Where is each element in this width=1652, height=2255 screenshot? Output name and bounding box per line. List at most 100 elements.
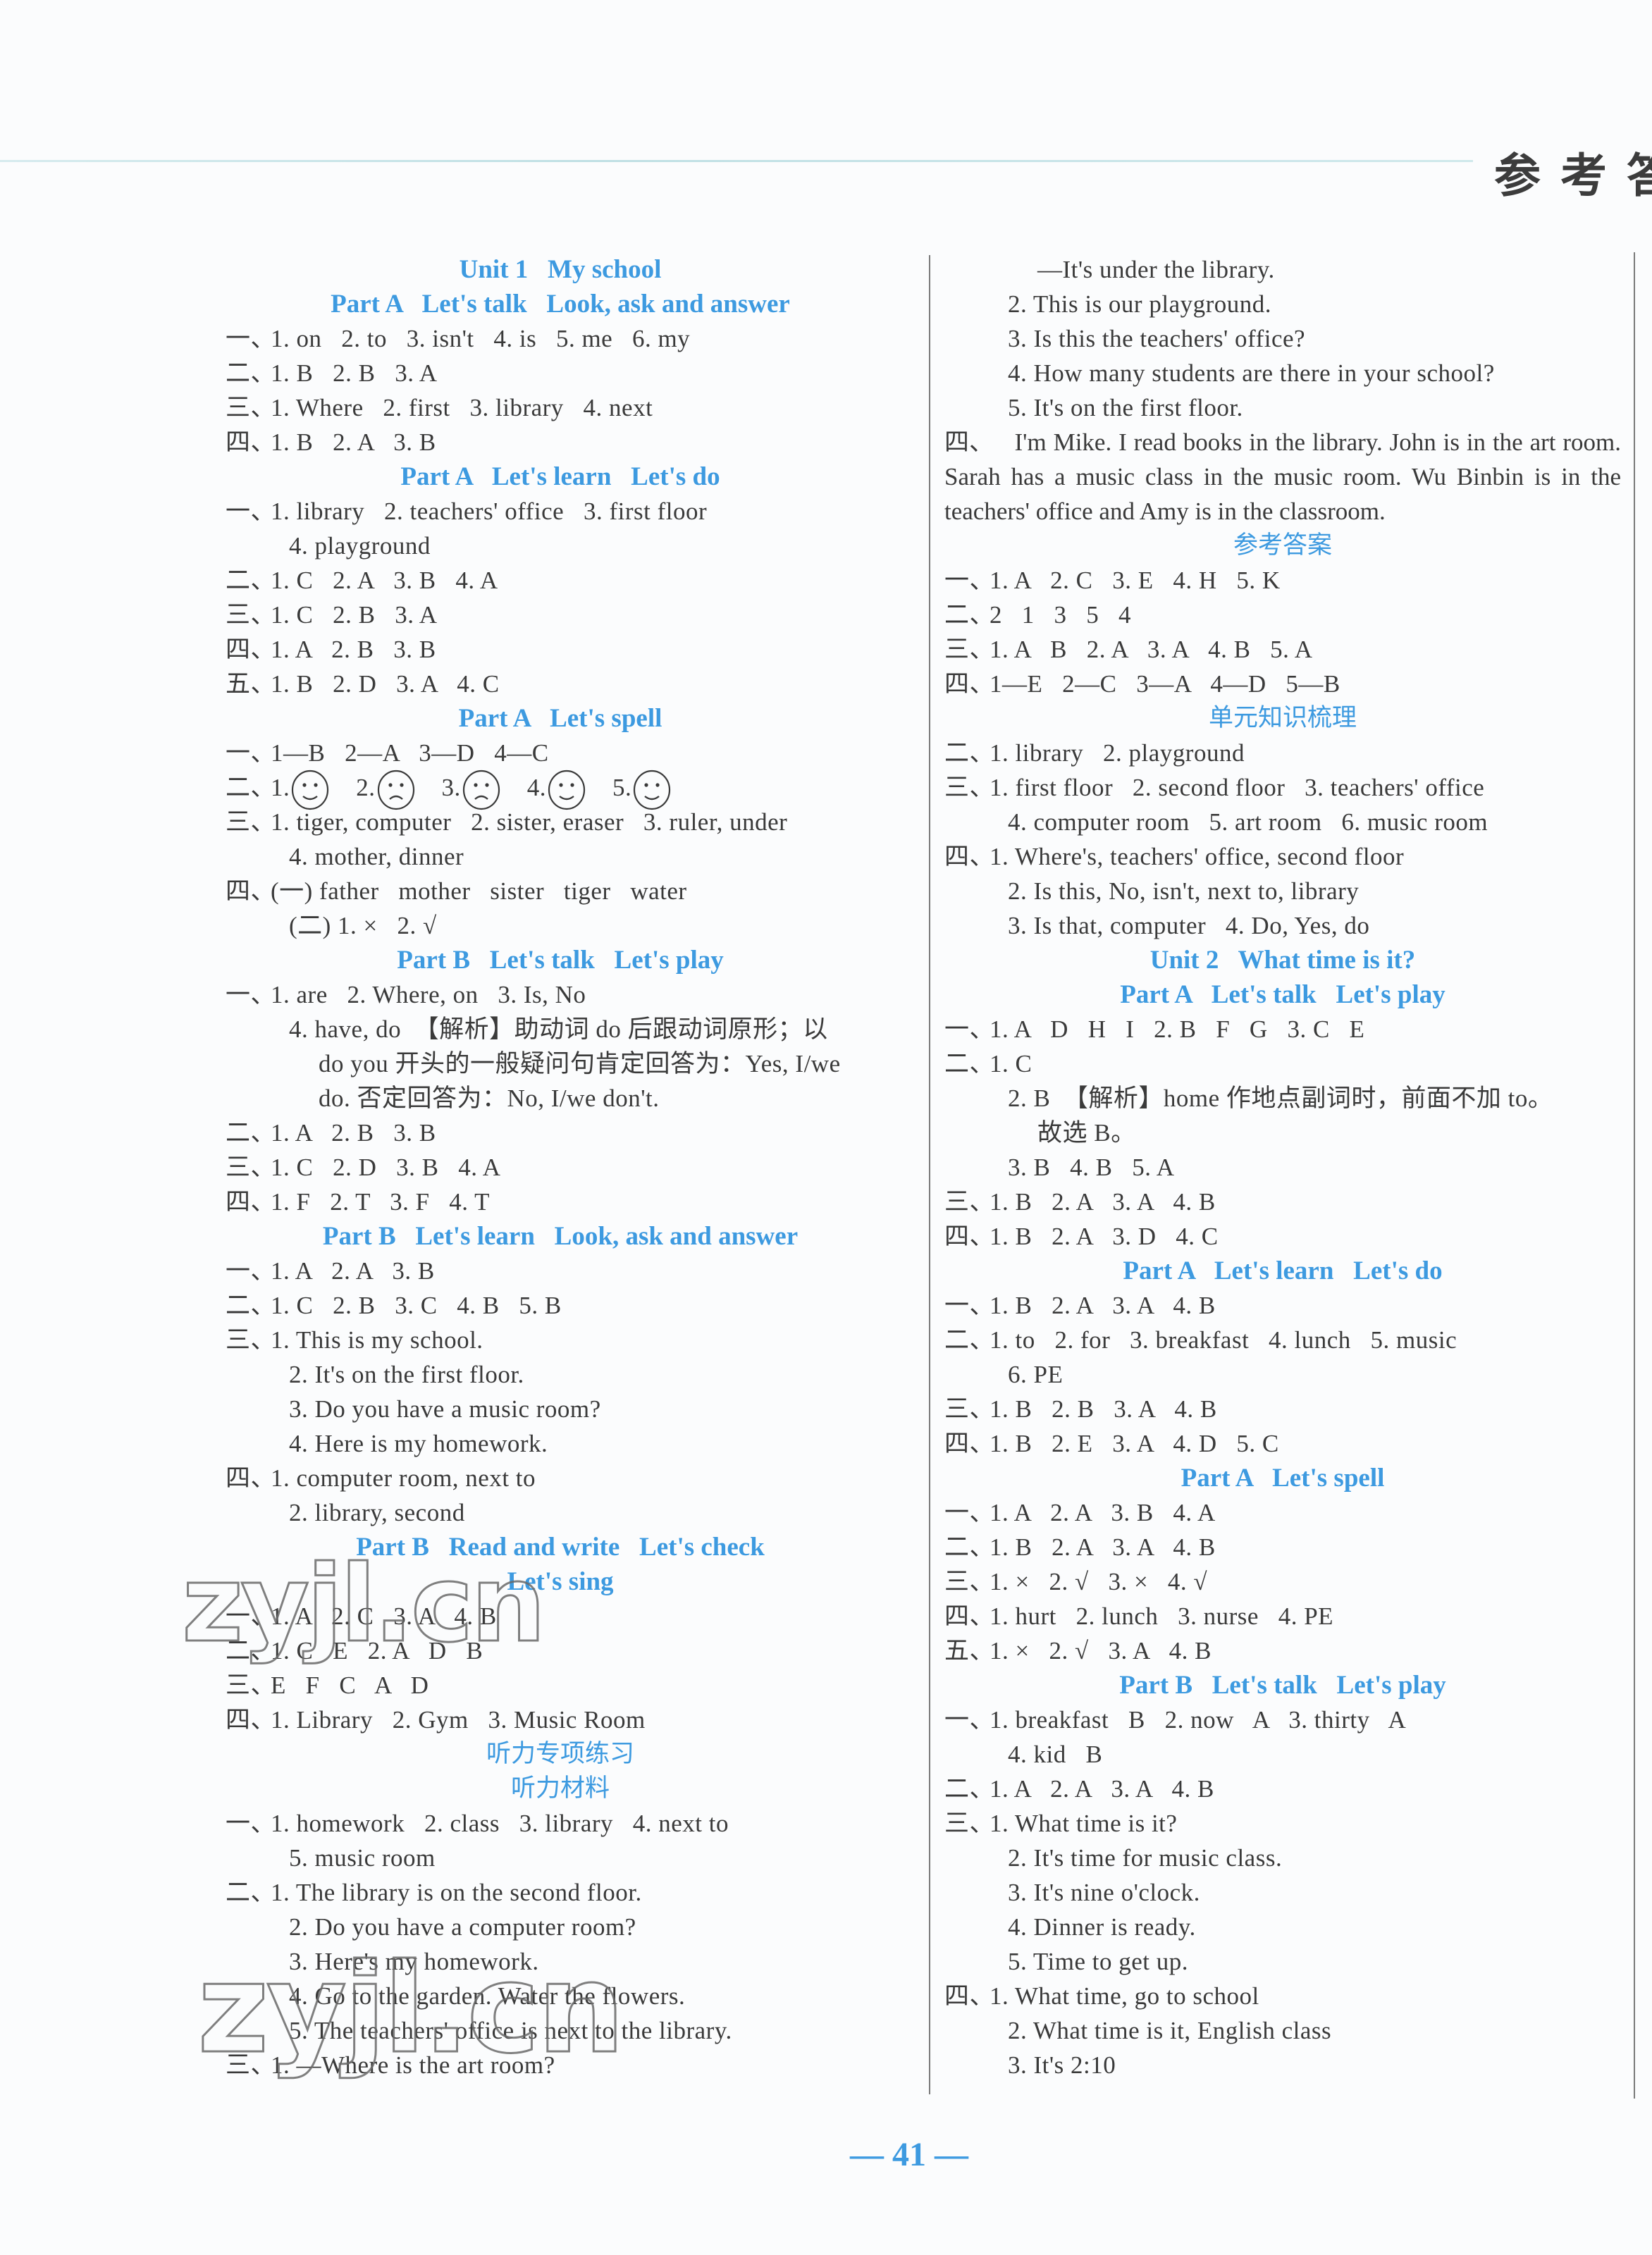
- answer-text: 1. B 2. B 3. A: [271, 359, 438, 387]
- question-number: 四、: [226, 428, 276, 456]
- answer-text: 1. Where 2. first 3. library 4. next: [271, 394, 653, 421]
- answer-line: 二、1. library 2. playground: [944, 736, 1621, 770]
- question-number: 一、: [226, 981, 276, 1008]
- answer-line: 二、1. C: [944, 1046, 1621, 1081]
- answer-line-continued: 3. Is this the teachers' office?: [1008, 325, 1306, 352]
- question-number: 一、: [226, 739, 276, 767]
- answer-text: 1. breakfast B 2. now A 3. thirty A: [990, 1706, 1407, 1734]
- answer-text: 1. B 2. A 3. A 4. B: [990, 1533, 1216, 1561]
- answer-line: 二、1. to 2. for 3. breakfast 4. lunch 5. …: [944, 1323, 1621, 1357]
- question-number: 三、: [944, 1188, 995, 1216]
- answer-text: 1. to 2. for 3. breakfast 4. lunch 5. mu…: [990, 1326, 1457, 1354]
- answer-text: 1. first floor 2. second floor 3. teache…: [990, 774, 1485, 801]
- answer-text: 1. A 2. A 3. B: [271, 1257, 435, 1285]
- section-heading: 参考答案: [1233, 531, 1332, 560]
- answer-line: 五、1. B 2. D 3. A 4. C: [226, 667, 895, 701]
- question-number: 四、: [944, 1602, 995, 1630]
- answer-text: 1. C 2. B 3. A: [271, 601, 438, 629]
- answer-text: 1—B 2—A 3—D 4—C: [271, 739, 549, 767]
- watermark: zyjl.cn: [181, 1543, 548, 1667]
- question-number: 二、: [944, 1326, 995, 1354]
- answer-text: 1. library 2. playground: [990, 739, 1245, 767]
- question-number: 二、: [226, 567, 276, 594]
- answer-line-continued: 3. Is that, computer 4. Do, Yes, do: [1008, 912, 1370, 939]
- question-number: 四、: [944, 428, 994, 456]
- answer-line: 三、E F C A D: [226, 1668, 895, 1703]
- section-heading: 单元知识梳理: [1208, 704, 1357, 732]
- answer-line: 三、1. C 2. D 3. B 4. A: [226, 1150, 895, 1185]
- section-heading: Part A Let's talk Let's play: [1120, 980, 1446, 1009]
- answer-line: 三、1. This is my school.: [226, 1323, 895, 1357]
- answer-line-continued: (二) 1. × 2. √: [289, 912, 437, 939]
- answer-text: 1. A 2. B 3. B: [271, 636, 436, 663]
- section-heading: Part A Let's talk Look, ask and answer: [331, 290, 790, 319]
- item-number: 1.: [271, 774, 290, 801]
- question-number: 三、: [944, 774, 995, 801]
- answer-line-continued: 4. Dinner is ready.: [1008, 1913, 1196, 1941]
- answer-text: 1. This is my school.: [271, 1326, 483, 1354]
- section-heading: Part A Let's learn Let's do: [400, 462, 720, 491]
- section-heading: Part A Let's spell: [458, 704, 662, 733]
- answer-line: 四、1. F 2. T 3. F 4. T: [226, 1185, 895, 1219]
- answer-text: 1. C 2. D 3. B 4. A: [271, 1154, 501, 1181]
- answer-text: 1. × 2. √ 3. A 4. B: [990, 1637, 1212, 1664]
- item-number: 5.: [612, 774, 632, 801]
- answer-line-continued: 5. Time to get up.: [1008, 1948, 1188, 1975]
- question-number: 四、: [226, 636, 276, 663]
- section-heading: Part B Let's learn Look, ask and answer: [322, 1222, 799, 1251]
- answer-line: 一、1. A 2. A 3. B 4. A: [944, 1495, 1621, 1530]
- answer-line: 四、1. B 2. E 3. A 4. D 5. C: [944, 1426, 1621, 1461]
- answer-line: 二、1. B 2. B 3. A: [226, 356, 895, 390]
- answer-line: 二、1. A 2. A 3. A 4. B: [944, 1772, 1621, 1806]
- answer-line: 三、1. first floor 2. second floor 3. teac…: [944, 770, 1621, 805]
- item-number: 3.: [441, 774, 461, 801]
- answer-text: 1. The library is on the second floor.: [271, 1879, 642, 1906]
- answer-line-continued: do you 开头的一般疑问句肯定回答为：Yes, I/we: [319, 1050, 841, 1077]
- question-number: 四、: [944, 670, 995, 698]
- answer-line: 五、1. × 2. √ 3. A 4. B: [944, 1633, 1621, 1668]
- answer-line-continued: 4. How many students are there in your s…: [1008, 359, 1495, 387]
- answer-line-continued: 故选 B。: [1037, 1119, 1136, 1147]
- answer-line: 三、1. × 2. √ 3. × 4. √: [944, 1564, 1621, 1599]
- answer-text: 1. What time, go to school: [990, 1982, 1259, 2010]
- answer-line-continued: 3. It's 2:10: [1008, 2051, 1116, 2079]
- question-number: 五、: [944, 1637, 995, 1664]
- question-number: 二、: [226, 359, 276, 387]
- question-number: 三、: [226, 1326, 276, 1354]
- answer-line-continued: 5. music room: [289, 1844, 436, 1872]
- question-number: 三、: [226, 808, 276, 836]
- answer-text: 1. What time is it?: [990, 1810, 1178, 1837]
- answer-line-continued: 2. What time is it, English class: [1008, 2017, 1332, 2044]
- question-number: 三、: [944, 636, 995, 663]
- answer-line: 四、1. B 2. A 3. D 4. C: [944, 1219, 1621, 1254]
- answer-line: 一、1. are 2. Where, on 3. Is, No: [226, 977, 895, 1012]
- answer-text: 1. × 2. √ 3. × 4. √: [990, 1568, 1208, 1595]
- question-number: 二、: [944, 1050, 995, 1077]
- answer-line: 二、1. The library is on the second floor.: [226, 1875, 895, 1910]
- answer-line-continued: 3. It's nine o'clock.: [1008, 1879, 1200, 1906]
- answer-line: 三、1. A B 2. A 3. A 4. B 5. A: [944, 632, 1621, 667]
- item-number: 4.: [526, 774, 546, 801]
- question-number: 二、: [944, 601, 995, 629]
- question-number: 四、: [944, 1223, 995, 1250]
- answer-line-continued: —It's under the library.: [1037, 256, 1275, 283]
- answer-text: 1. A B 2. A 3. A 4. B 5. A: [990, 636, 1313, 663]
- answer-text: 2 1 3 5 4: [990, 601, 1131, 629]
- answer-line-continued: 2. It's on the first floor.: [289, 1361, 524, 1388]
- question-number: 一、: [226, 325, 276, 352]
- answer-line-continued: 4. computer room 5. art room 6. music ro…: [1008, 808, 1488, 836]
- answer-line: 三、1. C 2. B 3. A: [226, 598, 895, 632]
- answer-text: 1. C 2. B 3. C 4. B 5. B: [271, 1292, 562, 1319]
- answer-line: 一、1. B 2. A 3. A 4. B: [944, 1288, 1621, 1323]
- answer-line: 一、1. A 2. A 3. B: [226, 1254, 895, 1288]
- answer-line-continued: 2. library, second: [289, 1499, 465, 1526]
- right-answer-column: —It's under the library. 2. This is our p…: [944, 252, 1621, 2082]
- answer-text: 1. B 2. B 3. A 4. B: [990, 1395, 1217, 1423]
- question-number: 三、: [226, 394, 276, 421]
- question-number: 三、: [944, 1810, 995, 1837]
- answer-line: 四、1—E 2—C 3—A 4—D 5—B: [944, 667, 1621, 701]
- question-number: 三、: [226, 1672, 276, 1699]
- answer-line: 四、1. A 2. B 3. B: [226, 632, 895, 667]
- left-answer-column: Unit 1 My school Part A Let's talk Look, …: [226, 252, 895, 2082]
- question-number: 四、: [226, 1464, 276, 1492]
